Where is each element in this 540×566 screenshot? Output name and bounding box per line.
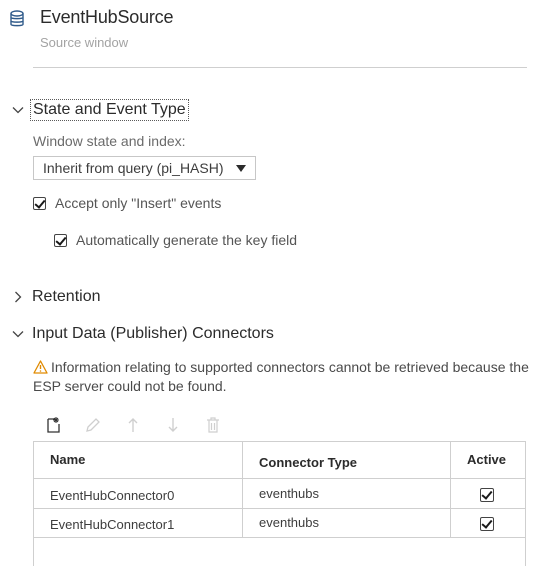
section-retention[interactable]: Retention [11, 286, 101, 308]
chevron-right-icon [15, 291, 22, 303]
column-divider [242, 442, 243, 538]
warning-text: Information relating to supported connec… [33, 359, 529, 394]
connectors-table: Name Connector Type Active EventHubConne… [33, 441, 526, 566]
connector-name: EventHubConnector1 [50, 517, 175, 532]
window-subtitle: Source window [40, 35, 129, 50]
database-icon [10, 10, 24, 27]
window-state-value: Inherit from query (pi_HASH) [43, 160, 224, 176]
add-icon[interactable] [45, 416, 61, 434]
chevron-down-icon [12, 331, 24, 338]
connector-name: EventHubConnector0 [50, 488, 175, 503]
accept-insert-option[interactable]: Accept only "Insert" events [33, 195, 221, 211]
column-header-connector-type[interactable]: Connector Type [259, 455, 357, 470]
section-input-connectors[interactable]: Input Data (Publisher) Connectors [11, 323, 274, 345]
window-title: EventHubSource [40, 7, 174, 27]
column-divider [450, 442, 451, 538]
connector-warning: Information relating to supported connec… [33, 358, 533, 396]
accept-insert-checkbox[interactable] [33, 196, 46, 210]
auto-key-checkbox[interactable] [54, 233, 67, 247]
section-state-and-event-type[interactable]: State and Event Type [11, 99, 189, 121]
auto-key-option[interactable]: Automatically generate the key field [54, 232, 297, 248]
window-state-select[interactable]: Inherit from query (pi_HASH) [33, 156, 256, 180]
move-up-icon[interactable] [125, 416, 141, 434]
section-label: Input Data (Publisher) Connectors [32, 325, 274, 342]
delete-icon[interactable] [205, 416, 221, 434]
window-state-label: Window state and index: [33, 133, 186, 149]
column-header-name[interactable]: Name [50, 452, 85, 467]
accept-insert-label: Accept only "Insert" events [55, 195, 222, 211]
active-checkbox[interactable] [480, 488, 494, 502]
auto-key-label: Automatically generate the key field [76, 232, 298, 248]
warning-icon [33, 360, 48, 374]
connector-type: eventhubs [259, 486, 319, 501]
active-checkbox[interactable] [480, 517, 494, 531]
section-label: State and Event Type [30, 99, 189, 121]
table-header-row: Name Connector Type Active [34, 442, 525, 479]
connector-type: eventhubs [259, 515, 319, 530]
header-divider [33, 67, 527, 68]
table-row[interactable]: EventHubConnector1 eventhubs [34, 509, 525, 538]
caret-down-icon [236, 165, 246, 172]
table-row[interactable]: EventHubConnector0 eventhubs [34, 479, 525, 509]
edit-icon[interactable] [84, 416, 100, 434]
move-down-icon[interactable] [165, 416, 181, 434]
column-header-active[interactable]: Active [467, 452, 506, 467]
chevron-down-icon [12, 107, 24, 114]
section-label: Retention [32, 288, 101, 305]
